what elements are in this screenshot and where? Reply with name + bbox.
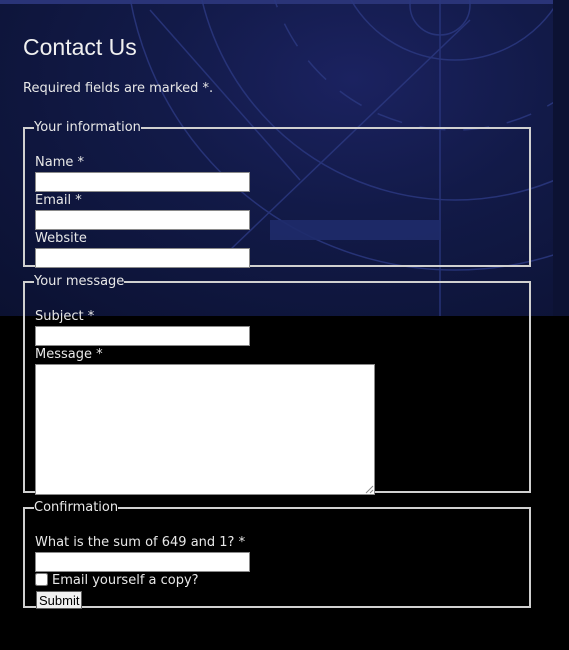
legend-confirmation: Confirmation xyxy=(34,500,119,515)
email-field[interactable] xyxy=(35,210,250,230)
submit-button[interactable]: Submit xyxy=(36,591,83,609)
message-label: Message * xyxy=(35,347,103,362)
website-label: Website xyxy=(35,231,87,246)
email-label: Email * xyxy=(35,193,82,208)
scrollbar-strip xyxy=(553,0,569,316)
page-title: Contact Us xyxy=(23,34,137,60)
subject-label: Subject * xyxy=(35,309,95,324)
fieldset-your-message: Your message Subject * Message * xyxy=(23,274,531,495)
subject-field[interactable] xyxy=(35,326,250,346)
name-label: Name * xyxy=(35,155,84,170)
fieldset-confirmation: Confirmation What is the sum of 649 and … xyxy=(23,500,531,609)
name-field[interactable] xyxy=(35,172,250,192)
website-field[interactable] xyxy=(35,248,250,268)
captcha-field[interactable] xyxy=(35,552,250,572)
message-textarea[interactable] xyxy=(35,364,375,495)
captcha-label: What is the sum of 649 and 1? * xyxy=(35,535,246,550)
legend-your-message: Your message xyxy=(34,274,125,289)
required-fields-note: Required fields are marked *. xyxy=(23,81,214,96)
email-copy-label: Email yourself a copy? xyxy=(52,573,199,588)
fieldset-your-information: Your information Name * Email * Website xyxy=(23,120,531,268)
contact-form-container: Contact Us Required fields are marked *.… xyxy=(23,30,533,609)
email-copy-checkbox[interactable] xyxy=(35,573,48,586)
legend-your-information: Your information xyxy=(34,120,141,135)
message-area-wrapper xyxy=(35,364,375,495)
